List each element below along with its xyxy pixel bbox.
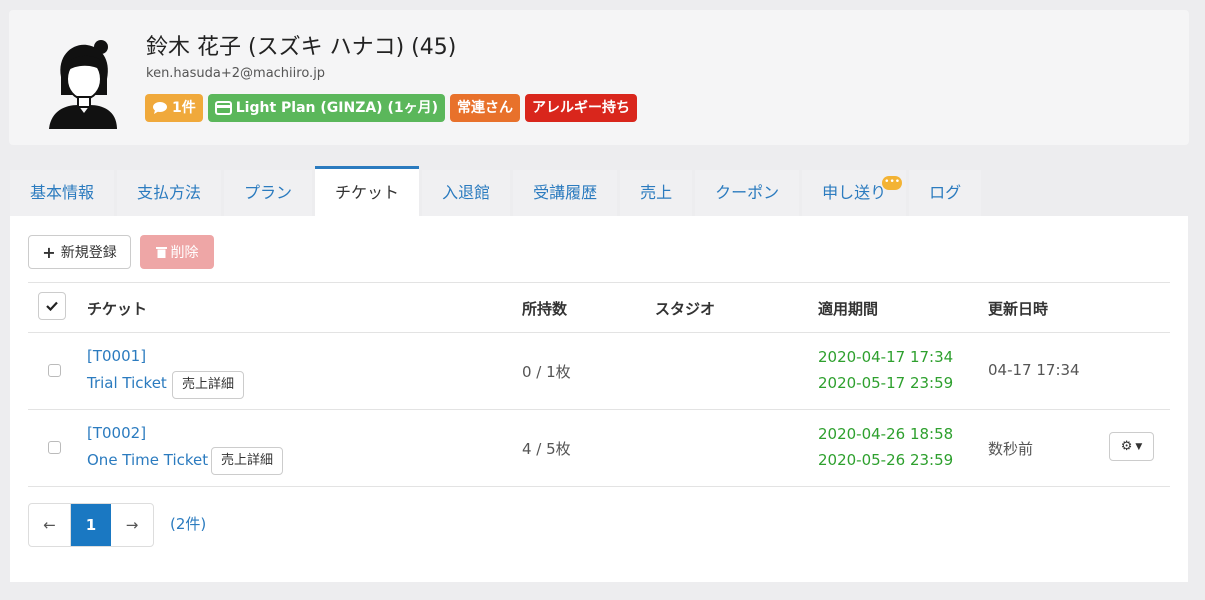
col-header-period[interactable]: 適用期間 [818,298,878,319]
ticket-name-link[interactable]: Trial Ticket [87,374,167,392]
row-checkbox[interactable] [48,364,61,377]
new-ticket-button[interactable]: + 新規登録 [28,235,131,269]
tab-label: 入退館 [442,183,491,202]
tab-sales[interactable]: 売上 [620,170,693,216]
customer-header: 鈴木 花子 (スズキ ハナコ) (45) ken.hasuda+2@machii… [9,10,1189,145]
tab-label: ログ [929,183,962,202]
tab-coupons[interactable]: クーポン [695,170,800,216]
next-page-button[interactable]: → [111,504,153,546]
tab-log[interactable]: ログ [909,170,982,216]
tab-label: 支払方法 [137,183,202,202]
tab-attendance[interactable]: 入退館 [422,170,511,216]
tab-label: 受講履歴 [533,183,598,202]
customer-email: ken.hasuda+2@machiiro.jp [146,66,326,81]
plan-label: Light Plan (GINZA) (1ヶ月) [235,100,438,116]
notification-dots-icon: ••• [882,176,903,190]
ticket-code-link[interactable]: [T0001] [87,347,146,365]
comment-icon [153,102,167,114]
gear-icon: ⚙ [1120,439,1133,454]
regular-badge[interactable]: 常連さん [449,94,520,122]
tab-label: チケット [335,183,400,202]
new-button-label: 新規登録 [60,245,117,261]
divider [28,409,1170,410]
tab-bar: 基本情報 支払方法 プラン チケット 入退館 受講履歴 売上 クーポン 申し送り… [10,166,984,216]
page-button-current[interactable]: 1 [71,504,111,546]
delete-button-label: 削除 [170,245,199,261]
col-header-updated[interactable]: 更新日時 [988,298,1048,319]
memo-count-label: 1件 [172,100,196,116]
plan-badge[interactable]: Light Plan (GINZA) (1ヶ月) [207,94,445,122]
row-checkbox[interactable] [48,441,61,454]
regular-label: 常連さん [456,100,513,116]
sales-detail-button[interactable]: 売上詳細 [172,371,245,399]
divider [28,332,1170,333]
tab-plan[interactable]: プラン [224,170,313,216]
allergy-badge[interactable]: アレルギー持ち [524,94,637,122]
badge-list: 1件 Light Plan (GINZA) (1ヶ月) 常連さん アレルギー持ち [145,94,637,122]
select-all-checkbox[interactable] [38,292,66,320]
period-start: 2020-04-17 17:34 [818,348,954,366]
row-actions-dropdown[interactable]: ⚙ ▼ [1109,432,1154,461]
tab-label: プラン [244,183,293,202]
divider [28,486,1170,487]
period-start: 2020-04-26 18:58 [818,425,954,443]
trash-icon [155,247,167,258]
owned-count: 4 / 5枚 [522,440,571,458]
col-header-studio[interactable]: スタジオ [655,298,715,319]
tickets-panel: + 新規登録 削除 チケット 所持数 スタジオ 適用期間 更新日時 [T0001… [10,216,1188,582]
caret-down-icon: ▼ [1135,441,1143,452]
col-header-ticket[interactable]: チケット [87,298,147,319]
period-end: 2020-05-26 23:59 [818,451,954,469]
tab-label: 申し送り [822,183,887,202]
tab-lesson-history[interactable]: 受講履歴 [513,170,618,216]
tab-tickets[interactable]: チケット [315,166,420,216]
delete-button[interactable]: 削除 [140,235,214,269]
ticket-name-link[interactable]: One Time Ticket [87,451,208,469]
avatar [49,40,117,129]
sales-detail-button[interactable]: 売上詳細 [211,447,284,475]
card-icon [214,101,232,115]
memo-count-badge[interactable]: 1件 [145,94,203,122]
period-end: 2020-05-17 23:59 [818,374,954,392]
col-header-owned[interactable]: 所持数 [522,298,567,319]
pagination: ← 1 → [28,503,154,547]
tab-basic-info[interactable]: 基本情報 [10,170,115,216]
updated-at: 数秒前 [988,440,1034,458]
allergy-label: アレルギー持ち [531,100,630,116]
tab-payment[interactable]: 支払方法 [117,170,222,216]
tab-handover[interactable]: 申し送り ••• [802,170,907,216]
plus-icon: + [42,242,56,262]
check-icon [46,301,58,311]
prev-page-button[interactable]: ← [29,504,71,546]
tab-label: 基本情報 [30,183,95,202]
customer-name: 鈴木 花子 (スズキ ハナコ) (45) [146,35,457,60]
tab-label: クーポン [715,183,780,202]
updated-at: 04-17 17:34 [988,361,1080,379]
tab-label: 売上 [640,183,673,202]
divider [28,282,1170,283]
total-count: (2件) [170,515,207,533]
owned-count: 0 / 1枚 [522,363,571,381]
ticket-code-link[interactable]: [T0002] [87,424,146,442]
